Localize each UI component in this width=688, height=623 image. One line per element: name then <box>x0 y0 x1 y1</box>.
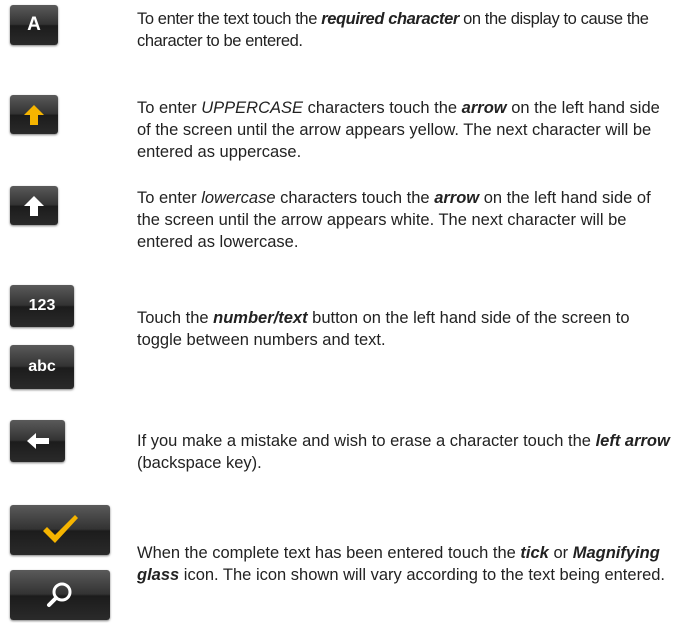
magnifying-glass-key[interactable] <box>10 570 110 620</box>
backspace-key[interactable] <box>10 420 65 462</box>
tick-icon <box>43 515 78 543</box>
magnifying-glass-icon <box>47 582 72 607</box>
numbers-icon: 123 <box>28 297 56 314</box>
letter-a-key[interactable]: A <box>10 5 58 45</box>
lowercase-instruction: To enter lowercase characters touch the … <box>137 189 651 251</box>
backspace-instruction: If you make a mistake and wish to erase … <box>137 432 670 472</box>
complete-instruction: When the complete text has been entered … <box>137 544 666 584</box>
text-key[interactable]: abc <box>10 345 74 389</box>
text-icon: abc <box>28 358 56 375</box>
left-arrow-icon <box>26 433 49 449</box>
tick-key[interactable] <box>10 505 110 555</box>
uppercase-instruction: To enter UPPERCASE characters touch the … <box>137 99 660 161</box>
enter-text-instruction: To enter the text touch the required cha… <box>137 10 649 50</box>
up-arrow-white-icon <box>24 195 44 216</box>
uppercase-arrow-key[interactable] <box>10 95 58 134</box>
toggle-instruction: Touch the number/text button on the left… <box>137 309 630 349</box>
letter-a-icon: A <box>27 14 41 35</box>
up-arrow-yellow-icon <box>24 104 44 125</box>
numbers-key[interactable]: 123 <box>10 285 74 327</box>
lowercase-arrow-key[interactable] <box>10 186 58 225</box>
